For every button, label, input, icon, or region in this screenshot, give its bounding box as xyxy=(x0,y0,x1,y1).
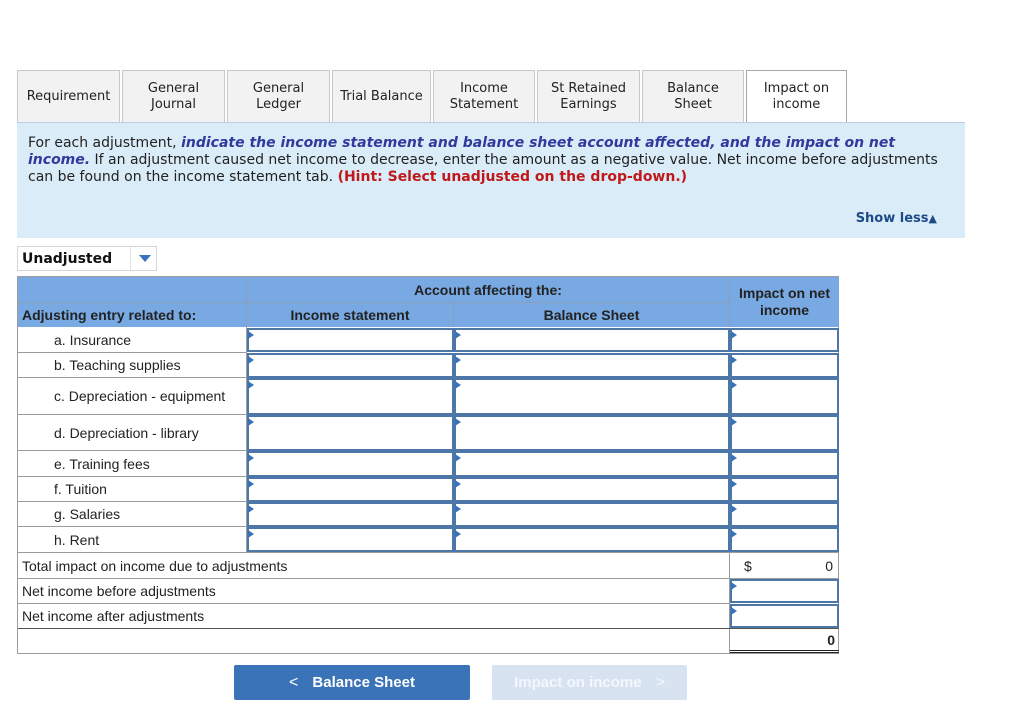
chevron-right-icon: > xyxy=(655,673,665,691)
impact-input[interactable] xyxy=(730,477,839,502)
balance-sheet-input[interactable] xyxy=(454,378,730,415)
income-statement-input[interactable] xyxy=(247,527,454,552)
balance-sheet-input[interactable] xyxy=(454,477,730,502)
balance-sheet-input[interactable] xyxy=(454,415,730,451)
triangle-up-icon: ▲ xyxy=(928,212,937,225)
impact-input[interactable] xyxy=(730,378,839,415)
income-statement-input[interactable] xyxy=(247,477,454,502)
impact-input[interactable] xyxy=(730,527,839,552)
tab-general-ledger[interactable]: General Ledger xyxy=(227,70,330,123)
tab-trial-balance[interactable]: Trial Balance xyxy=(332,70,431,123)
divider xyxy=(453,303,454,327)
show-less-label: Show less xyxy=(855,211,929,226)
tab-label: General Ledger xyxy=(252,81,305,112)
income-statement-input[interactable] xyxy=(247,502,454,527)
divider xyxy=(18,302,246,303)
tab-label: Trial Balance xyxy=(340,89,423,104)
next-impact-on-income-button[interactable]: Impact on income > xyxy=(492,665,687,700)
balance-sheet-input[interactable] xyxy=(454,451,730,477)
row-label: h. Rent xyxy=(54,531,100,548)
net-income-after-input[interactable] xyxy=(730,604,839,628)
impact-input[interactable] xyxy=(730,451,839,477)
total-impact-value: $ 0 xyxy=(730,553,839,578)
header-impact-net-income: Impact on net income xyxy=(730,277,839,327)
impact-input[interactable] xyxy=(730,353,839,378)
impact-table: Account affecting the: Impact on net inc… xyxy=(17,276,839,654)
income-statement-input[interactable] xyxy=(247,353,454,378)
show-less-link[interactable]: Show less▲ xyxy=(856,210,937,227)
row-label: f. Tuition xyxy=(54,481,107,497)
divider xyxy=(247,302,729,303)
divider xyxy=(246,277,247,327)
prev-balance-sheet-button[interactable]: < Balance Sheet xyxy=(234,665,470,700)
row-label: d. Depreciation - library xyxy=(54,424,199,441)
header-account-affecting: Account affecting the: xyxy=(247,277,729,302)
balance-sheet-input[interactable] xyxy=(454,527,730,552)
income-statement-input[interactable] xyxy=(247,378,454,415)
divider xyxy=(729,277,730,327)
tab-st-retained-earnings[interactable]: St Retained Earnings xyxy=(537,70,640,123)
balance-sheet-input[interactable] xyxy=(454,353,730,378)
impact-input[interactable] xyxy=(730,502,839,527)
instructions-text: For each adjustment, xyxy=(28,135,182,151)
income-statement-input[interactable] xyxy=(247,328,454,352)
dropdown-divider xyxy=(130,247,131,270)
impact-input[interactable] xyxy=(730,415,839,451)
header-balance-sheet: Balance Sheet xyxy=(454,303,729,327)
tab-label: Impact on income xyxy=(763,81,830,112)
balance-sheet-input[interactable] xyxy=(454,502,730,527)
tab-balance-sheet[interactable]: Balance Sheet xyxy=(642,70,744,123)
row-label: a. Insurance xyxy=(54,332,132,348)
tab-label: General Journal xyxy=(147,81,200,112)
chevron-down-icon xyxy=(139,255,151,262)
tab-label: Income Statement xyxy=(449,81,519,112)
row-label: b. Teaching supplies xyxy=(54,357,181,373)
tab-label: Requirement xyxy=(26,89,111,104)
instructions-panel: For each adjustment, indicate the income… xyxy=(17,122,965,238)
chevron-left-icon: < xyxy=(289,673,299,691)
tab-label: St Retained Earnings xyxy=(550,81,627,112)
instructions-hint: (Hint: Select unadjusted on the drop-dow… xyxy=(337,169,688,185)
total-impact-amount: 0 xyxy=(825,557,833,574)
impact-input[interactable] xyxy=(730,328,839,352)
tab-requirement[interactable]: Requirement xyxy=(17,70,120,123)
tab-label: Balance Sheet xyxy=(667,81,719,112)
balance-sheet-input[interactable] xyxy=(454,328,730,352)
total-impact-label: Total impact on income due to adjustment… xyxy=(22,557,288,574)
tab-impact-on-income[interactable]: Impact on income xyxy=(746,70,847,123)
currency-symbol: $ xyxy=(744,557,752,574)
row-label: c. Depreciation - equipment xyxy=(54,388,226,404)
row-label: g. Salaries xyxy=(54,506,121,522)
prev-button-label: Balance Sheet xyxy=(312,674,415,691)
net-income-after-label: Net income after adjustments xyxy=(22,608,205,624)
divider xyxy=(18,628,839,629)
final-net-income-value: 0 xyxy=(730,629,839,653)
adjustment-dropdown[interactable]: Unadjusted xyxy=(17,246,157,271)
header-income-statement: Income statement xyxy=(247,303,453,327)
income-statement-input[interactable] xyxy=(247,451,454,477)
tab-general-journal[interactable]: General Journal xyxy=(122,70,225,123)
tab-bar: Requirement General Journal General Ledg… xyxy=(17,70,849,123)
income-statement-input[interactable] xyxy=(247,415,454,451)
header-empty xyxy=(18,277,246,302)
next-button-label: Impact on income xyxy=(514,674,642,691)
row-label: e. Training fees xyxy=(54,455,150,472)
net-income-before-input[interactable] xyxy=(730,579,839,603)
tab-income-statement[interactable]: Income Statement xyxy=(433,70,535,123)
net-income-before-label: Net income before adjustments xyxy=(22,583,216,599)
header-adjusting-entry: Adjusting entry related to: xyxy=(18,303,246,327)
dropdown-value: Unadjusted xyxy=(22,250,113,267)
